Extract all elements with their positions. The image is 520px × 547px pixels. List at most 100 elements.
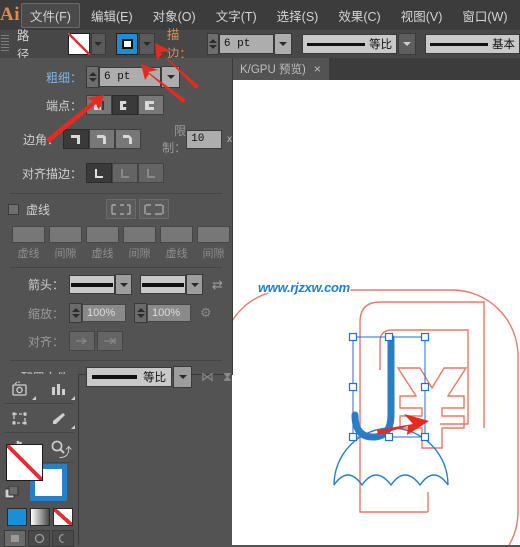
stroke-weight-dropdown[interactable] (274, 33, 291, 55)
profile-dropdown[interactable] (173, 366, 192, 388)
arrow-align-label: 对齐： (0, 333, 64, 350)
menu-bar: Ai 文件(F) 编辑(E) 对象(O) 文字(T) 选择(S) 效果(C) 视… (0, 0, 520, 30)
bevel-join-button[interactable] (115, 129, 141, 149)
menu-item-window[interactable]: 窗口(W) (453, 3, 516, 28)
width-profile-preview (307, 43, 365, 46)
brush-definition-label: 基本 (492, 36, 515, 52)
round-cap-button[interactable] (112, 95, 138, 115)
fill-color-swatch[interactable] (68, 33, 90, 55)
slice-tool[interactable] (0, 405, 39, 431)
document-tab-title: K/GPU 预览) (240, 61, 306, 77)
stroke-swatch-dropdown[interactable] (139, 33, 155, 55)
arrow-scale-label: 缩放： (0, 305, 64, 322)
end-arrowhead-selector[interactable] (140, 275, 186, 294)
draw-mode-buttons (4, 530, 74, 547)
panel-weight-dropdown[interactable] (161, 66, 180, 88)
dash-field-1[interactable] (12, 226, 45, 243)
gap-field-3[interactable] (197, 226, 230, 243)
close-icon[interactable]: × (314, 62, 321, 76)
extend-arrow-tip-button[interactable] (69, 331, 95, 351)
menu-item-effect[interactable]: 效果(C) (329, 3, 389, 28)
stroke-weight-field[interactable]: 6 pt (219, 34, 274, 54)
miter-limit-field[interactable]: 10 (186, 130, 222, 149)
menu-item-select[interactable]: 选择(S) (268, 3, 328, 28)
draw-normal-button[interactable] (4, 530, 26, 547)
gradient-mode-button[interactable] (30, 508, 50, 526)
stroke-color-swatch[interactable] (116, 33, 138, 55)
end-scale-stepper[interactable] (134, 303, 147, 323)
stroke-weight-stepper[interactable] (207, 33, 219, 55)
align-inside-button[interactable] (112, 163, 138, 183)
eyedropper-tool[interactable] (39, 405, 78, 431)
draw-behind-button[interactable] (28, 530, 50, 547)
dash-field-3[interactable] (160, 226, 193, 243)
color-mode-buttons (7, 508, 73, 526)
swap-arrows-icon[interactable]: ⇄ (212, 277, 223, 293)
width-profile-dropdown[interactable] (398, 33, 415, 55)
draw-inside-button[interactable] (52, 530, 74, 547)
fill-stroke-control: ⤴ (6, 444, 70, 500)
color-mode-button[interactable] (7, 508, 27, 526)
fill-swatch[interactable] (6, 444, 43, 481)
gap-field-2[interactable] (123, 226, 156, 243)
document-tab[interactable]: K/GPU 预览) × (232, 58, 329, 80)
gap-field-1[interactable] (49, 226, 82, 243)
start-scale-field[interactable]: 100% (82, 304, 126, 322)
start-arrowhead-selector[interactable] (69, 275, 115, 294)
artboard-canvas[interactable] (232, 80, 520, 545)
panel-weight-field[interactable]: 6 pt (99, 67, 161, 87)
fill-swatch-dropdown[interactable] (91, 33, 107, 55)
projecting-cap-button[interactable] (138, 95, 164, 115)
tool-panel: ⤴ (0, 374, 79, 545)
arrowheads-label: 箭头： (0, 276, 64, 293)
menu-item-edit[interactable]: 编辑(E) (82, 3, 142, 28)
dash-preserve-exact-button[interactable] (106, 199, 136, 219)
dashed-line-label: 虚线 (26, 201, 50, 218)
stroke-panel: 粗细： 6 pt 端点： 边角： (0, 58, 233, 375)
miter-limit-unit: x (227, 134, 232, 145)
gap-label-3: 间隙 (197, 245, 230, 261)
menu-item-file[interactable]: 文件(F) (21, 3, 80, 28)
link-scale-icon[interactable]: ⚙ (200, 305, 212, 321)
control-bar-grip[interactable] (0, 30, 11, 58)
place-arrow-tip-button[interactable] (97, 331, 123, 351)
dash-label-1: 虚线 (12, 245, 45, 261)
none-mode-button[interactable] (53, 508, 73, 526)
artwork-svg (232, 80, 520, 545)
profile-selector[interactable]: 等比 (86, 367, 173, 387)
default-fill-stroke-icon[interactable] (5, 486, 19, 500)
end-scale-field[interactable]: 100% (147, 304, 191, 322)
width-profile-label: 等比 (369, 36, 392, 52)
menu-item-type[interactable]: 文字(T) (207, 3, 266, 28)
menu-item-view[interactable]: 视图(V) (392, 3, 452, 28)
align-outside-button[interactable] (138, 163, 164, 183)
cap-label: 端点： (0, 97, 82, 114)
flip-along-icon[interactable]: ⧗ (223, 369, 232, 385)
dashed-line-checkbox[interactable] (8, 204, 19, 215)
end-arrowhead-dropdown[interactable] (186, 274, 203, 295)
dash-adjust-to-corners-button[interactable] (139, 199, 169, 219)
document-tab-strip: K/GPU 预览) × (232, 58, 520, 80)
brush-definition-preview (430, 43, 488, 46)
graph-tool[interactable] (39, 376, 78, 402)
miter-join-button[interactable] (63, 129, 89, 149)
start-scale-stepper[interactable] (69, 303, 82, 323)
flip-across-icon[interactable]: ⋈ (201, 369, 214, 385)
round-join-button[interactable] (89, 129, 115, 149)
align-center-button[interactable] (86, 163, 112, 183)
artboard-tool[interactable] (0, 376, 39, 402)
control-bar: 路径 描边： 6 pt 等比 基本 (0, 30, 520, 59)
gap-label-2: 间隙 (123, 245, 156, 261)
profile-preview (92, 375, 138, 379)
butt-cap-button[interactable] (86, 95, 112, 115)
dash-field-2[interactable] (86, 226, 119, 243)
panel-weight-stepper[interactable] (86, 66, 99, 88)
dash-label-3: 虚线 (160, 245, 193, 261)
brush-definition-selector[interactable]: 基本 (425, 34, 520, 54)
swap-fill-stroke-icon[interactable]: ⤴ (59, 442, 72, 461)
start-arrowhead-dropdown[interactable] (115, 274, 132, 295)
align-stroke-label: 对齐描边： (0, 165, 82, 182)
profile-value: 等比 (143, 369, 166, 385)
width-profile-selector[interactable]: 等比 (302, 34, 397, 54)
yen-symbol (398, 368, 466, 448)
